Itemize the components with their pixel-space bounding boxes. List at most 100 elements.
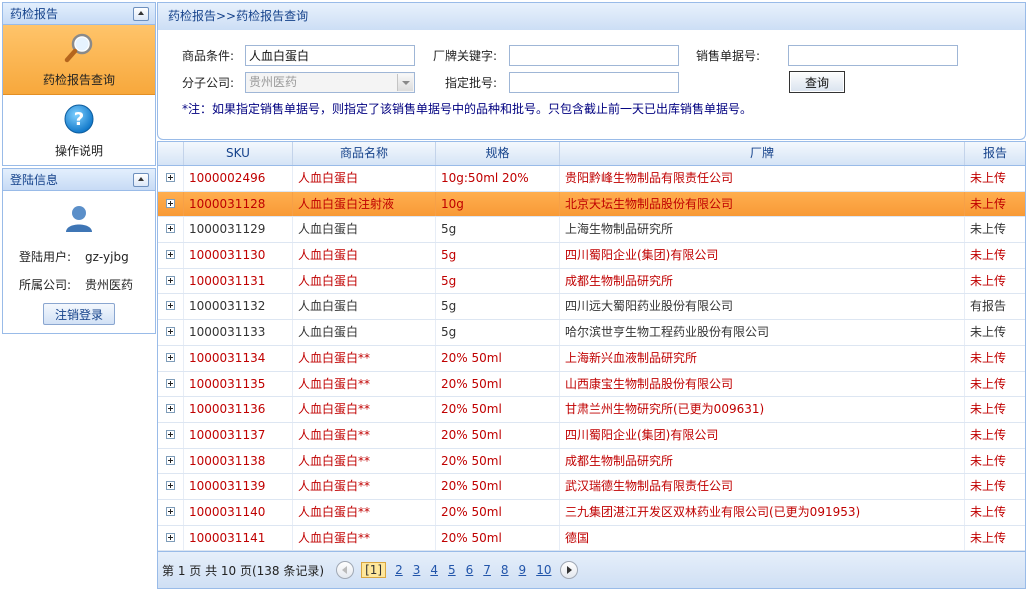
cell-report: 未上传	[970, 530, 1007, 545]
cell-spec: 20% 50ml	[436, 397, 560, 422]
table-row[interactable]: 1000031136 人血白蛋白** 20% 50ml 甘肃兰州生物研究所(已更为00…	[158, 397, 1025, 423]
page-link[interactable]: 4	[430, 563, 438, 577]
expand-row-icon[interactable]	[166, 532, 175, 542]
table-row[interactable]: 1000031133 人血白蛋白 5g 哈尔滨世亨生物工程药业股份有限公司 未上传	[158, 320, 1025, 346]
page-link[interactable]: 3	[413, 563, 421, 577]
sales-number-input[interactable]	[788, 45, 958, 66]
cell-brand: 上海新兴血液制品研究所	[560, 345, 965, 371]
cell-sku: 1000031140	[184, 499, 293, 525]
pagination-info: 第 1 页 共 10 页(138 条记录)	[162, 563, 325, 578]
cell-spec: 10g:50ml 20%	[436, 166, 560, 191]
help-icon: ?	[62, 102, 96, 136]
expand-row-icon[interactable]	[166, 327, 175, 337]
next-page-icon[interactable]	[560, 561, 579, 579]
column-header-report[interactable]: 报告	[965, 142, 1025, 165]
nav-item-report-query[interactable]: 药检报告查询	[3, 25, 155, 95]
table-row[interactable]: 1000031137 人血白蛋白** 20% 50ml 四川蜀阳企业(集团)有限公司未…	[158, 422, 1025, 449]
cell-name: 人血白蛋白	[293, 320, 436, 345]
cell-name: 人血白蛋白	[293, 268, 436, 294]
nav-item-instructions[interactable]: ? 操作说明	[3, 95, 155, 165]
login-company-label: 所属公司:	[19, 278, 72, 292]
expand-row-icon[interactable]	[166, 173, 175, 182]
table-row[interactable]: 1000031135 人血白蛋白** 20% 50ml 山西康宝生物制品股份有限公司未…	[158, 371, 1025, 398]
table-row[interactable]: 1000031131 人血白蛋白 5g 成都生物制品研究所 未上传	[158, 268, 1025, 295]
query-button[interactable]: 查询	[789, 71, 845, 93]
expand-row-icon[interactable]	[166, 455, 175, 465]
cell-name: 人血白蛋白**	[293, 397, 436, 422]
column-header-brand[interactable]: 厂牌	[560, 142, 965, 165]
cell-brand: 德国	[560, 525, 965, 551]
column-header-spec[interactable]: 规格	[436, 142, 560, 165]
cell-sku: 1000031138	[184, 448, 293, 474]
table-row[interactable]: 1000031141 人血白蛋白** 20% 50ml 德国 未上传	[158, 525, 1025, 552]
expand-row-icon[interactable]	[166, 198, 175, 208]
column-header-sku[interactable]: SKU	[184, 142, 293, 165]
report-panel-title: 药检报告	[10, 7, 59, 21]
expand-row-icon[interactable]	[166, 275, 175, 285]
cell-spec: 5g	[436, 294, 560, 320]
cell-spec: 5g	[436, 243, 560, 268]
page-link[interactable]: 8	[501, 563, 509, 577]
login-panel-header: 登陆信息	[3, 169, 155, 191]
expand-row-icon[interactable]	[166, 378, 175, 388]
collapse-report-panel-button[interactable]	[133, 6, 149, 21]
column-header-name[interactable]: 商品名称	[293, 142, 436, 165]
cell-name: 人血白蛋白	[293, 166, 436, 191]
page-link[interactable]: 7	[483, 563, 491, 577]
cell-brand: 上海生物制品研究所	[560, 217, 965, 243]
vendor-keyword-label: 厂牌关键字:	[433, 49, 498, 63]
table-row[interactable]: 1000031138 人血白蛋白** 20% 50ml 成都生物制品研究所 未上传	[158, 448, 1025, 475]
page-link[interactable]: 10	[536, 563, 551, 577]
cell-name: 人血白蛋白**	[293, 525, 436, 551]
expand-row-icon[interactable]	[166, 352, 175, 362]
expand-row-icon[interactable]	[166, 481, 175, 491]
page-link[interactable]: 2	[395, 563, 403, 577]
expand-row-icon[interactable]	[166, 301, 175, 311]
cell-sku: 1000031132	[184, 294, 293, 320]
prev-page-icon[interactable]	[336, 561, 355, 579]
expand-row-icon[interactable]	[166, 250, 175, 260]
table-row[interactable]: 1000031128 人血白蛋白注射液 10g 北京天坛生物制品股份有限公司 未上传	[158, 191, 1025, 218]
cell-sku: 1000031137	[184, 422, 293, 448]
cell-spec: 20% 50ml	[436, 499, 560, 525]
table-row[interactable]: 1000002496 人血白蛋白 10g:50ml 20% 贵阳黔峰生物制品有限责任公…	[158, 166, 1025, 192]
cell-sku: 1000031141	[184, 525, 293, 551]
expand-row-icon[interactable]	[166, 404, 175, 414]
table-row[interactable]: 1000031130 人血白蛋白 5g 四川蜀阳企业(集团)有限公司 未上传	[158, 243, 1025, 269]
table-row[interactable]: 1000031139 人血白蛋白** 20% 50ml 武汉瑞德生物制品有限责任公司未…	[158, 474, 1025, 500]
table-row[interactable]: 1000031140 人血白蛋白** 20% 50ml 三九集团湛江开发区双林药业有限…	[158, 499, 1025, 526]
cell-sku: 1000002496	[184, 166, 293, 191]
cell-spec: 20% 50ml	[436, 345, 560, 371]
page-link[interactable]: 6	[466, 563, 474, 577]
cell-name: 人血白蛋白**	[293, 474, 436, 499]
cell-report: 未上传	[970, 427, 1007, 442]
chevron-down-icon[interactable]	[397, 74, 413, 91]
login-user-label: 登陆用户:	[19, 250, 72, 264]
collapse-login-panel-button[interactable]	[133, 172, 149, 187]
cell-spec: 20% 50ml	[436, 448, 560, 474]
expand-row-icon[interactable]	[166, 429, 175, 439]
user-icon	[3, 203, 155, 233]
pagination: 第 1 页 共 10 页(138 条记录) [1] 2 3 4 5 6 7 8 9 10	[157, 552, 1026, 589]
table-row[interactable]: 1000031134 人血白蛋白** 20% 50ml 上海新兴血液制品研究所 未上传	[158, 345, 1025, 372]
cell-spec: 5g	[436, 217, 560, 243]
logout-button[interactable]: 注销登录	[43, 303, 115, 325]
table-row[interactable]: 1000031132 人血白蛋白 5g 四川远大蜀阳药业股份有限公司 有报告	[158, 294, 1025, 321]
expand-row-icon[interactable]	[166, 224, 175, 234]
page-link[interactable]: 5	[448, 563, 456, 577]
magnifier-icon	[62, 31, 96, 65]
table-row[interactable]: 1000031129 人血白蛋白 5g 上海生物制品研究所 未上传	[158, 217, 1025, 244]
page-link[interactable]: 9	[519, 563, 527, 577]
search-form: 商品条件: 厂牌关键字: 销售单据号: 分子公司: 贵州医药 指定批号: 查询 …	[157, 30, 1026, 140]
branch-select[interactable]: 贵州医药	[245, 72, 415, 93]
cell-name: 人血白蛋白**	[293, 422, 436, 448]
product-input[interactable]	[245, 45, 415, 66]
form-note: *注：如果指定销售单据号，则指定了该销售单据号中的品种和批号。只包含截止前一天已…	[182, 102, 753, 116]
expander-cell	[158, 371, 184, 397]
cell-name: 人血白蛋白	[293, 217, 436, 243]
vendor-keyword-input[interactable]	[509, 45, 679, 66]
report-panel: 药检报告 药检报告查询 ? 操作说明	[2, 2, 156, 166]
expander-cell	[158, 294, 184, 320]
expand-row-icon[interactable]	[166, 506, 175, 516]
batch-input[interactable]	[509, 72, 679, 93]
